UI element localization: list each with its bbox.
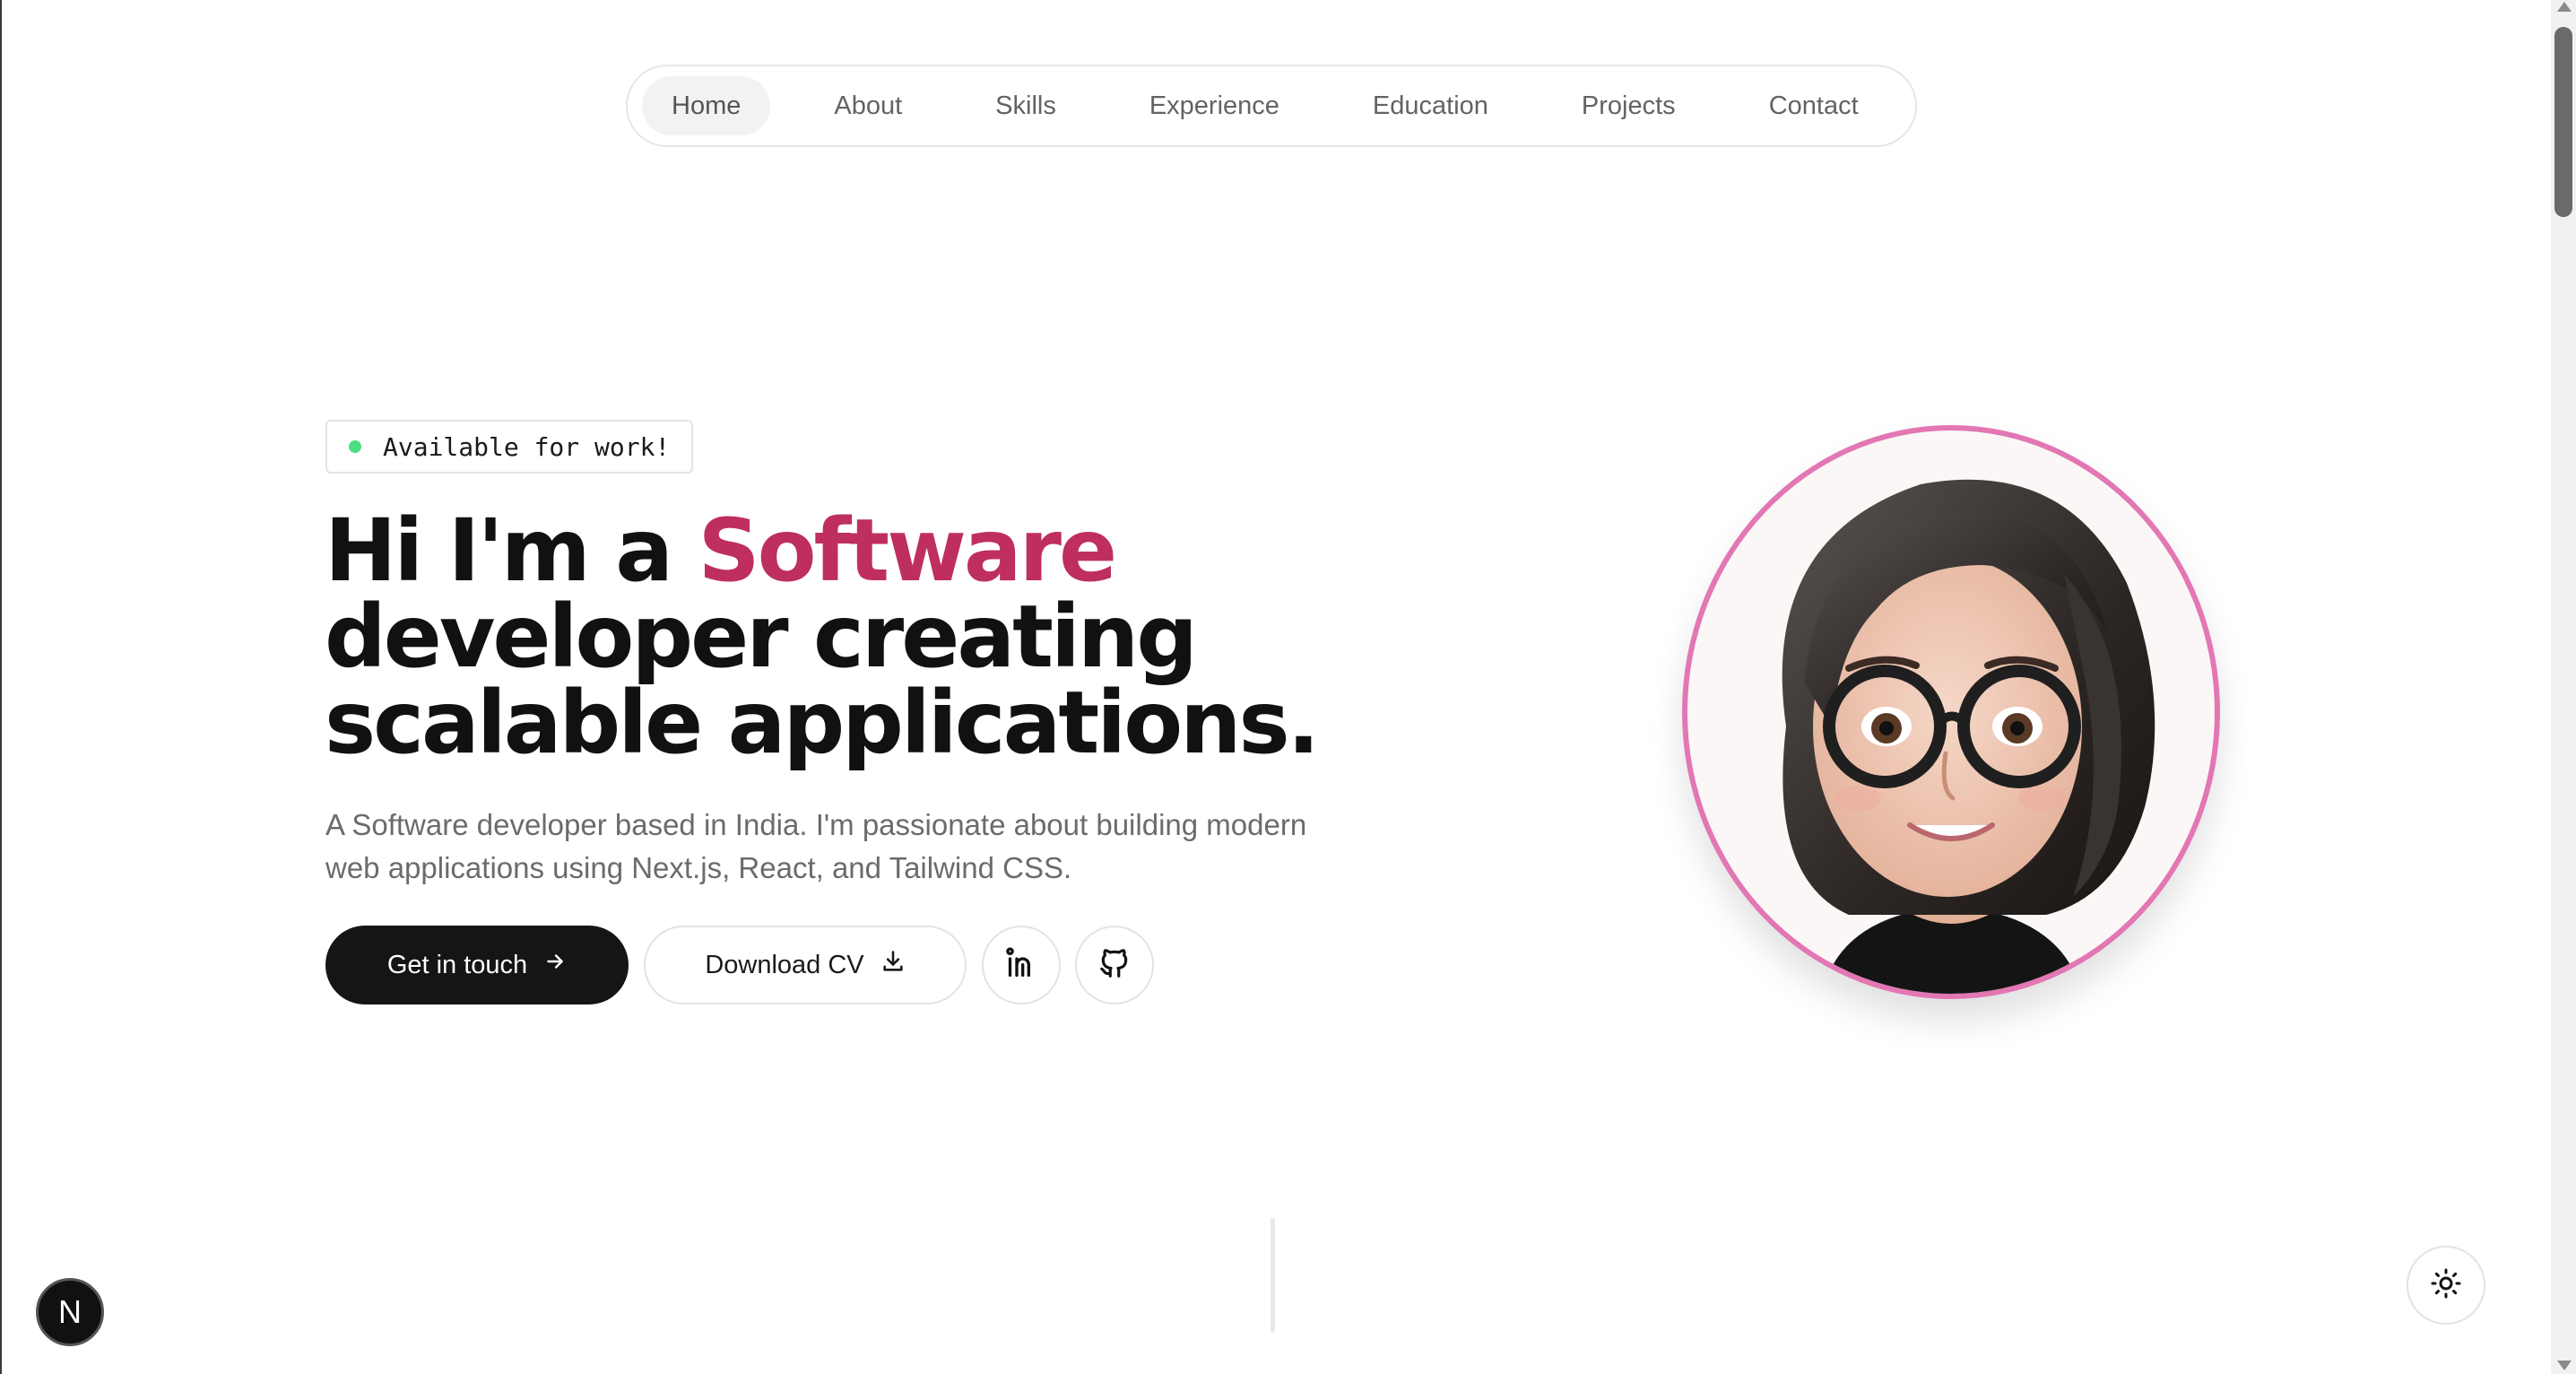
- scrollbar-thumb[interactable]: [2554, 27, 2572, 217]
- linkedin-icon: [1003, 945, 1039, 986]
- github-button[interactable]: [1075, 926, 1154, 1004]
- nav-item-projects[interactable]: Projects: [1552, 76, 1705, 135]
- hero-headline: Hi I'm a Software developer creating sca…: [325, 508, 1544, 766]
- get-in-touch-button[interactable]: Get in touch: [325, 926, 629, 1004]
- window-edge: [0, 0, 2, 1374]
- section-divider: [1271, 1218, 1275, 1333]
- availability-text: Available for work!: [383, 431, 671, 462]
- theme-toggle-button[interactable]: [2407, 1246, 2485, 1325]
- avatar: [1682, 425, 2220, 999]
- nav-item-experience[interactable]: Experience: [1120, 76, 1309, 135]
- get-in-touch-label: Get in touch: [386, 950, 528, 979]
- download-cv-button[interactable]: Download CV: [644, 926, 967, 1004]
- download-cv-label: Download CV: [705, 950, 864, 979]
- avatar-illustration: [1782, 479, 2155, 994]
- nav-item-education[interactable]: Education: [1343, 76, 1518, 135]
- scroll-up-arrow-icon[interactable]: [2557, 2, 2572, 12]
- vertical-scrollbar[interactable]: [2551, 0, 2576, 1374]
- linkedin-button[interactable]: [982, 926, 1061, 1004]
- main-nav: Home About Skills Experience Education P…: [626, 65, 1917, 147]
- headline-rest: developer creating scalable applications…: [325, 587, 1320, 773]
- nav-item-skills[interactable]: Skills: [966, 76, 1086, 135]
- status-dot-icon: [349, 440, 361, 453]
- nav-item-about[interactable]: About: [804, 76, 932, 135]
- availability-badge: Available for work!: [325, 420, 693, 474]
- download-icon: [880, 949, 906, 981]
- nav-item-home[interactable]: Home: [642, 76, 771, 135]
- scroll-down-arrow-icon[interactable]: [2557, 1361, 2572, 1370]
- next-dev-badge[interactable]: N: [36, 1278, 104, 1346]
- arrow-right-icon: [543, 950, 567, 980]
- hero-description: A Software developer based in India. I'm…: [325, 808, 1307, 884]
- nav-item-contact[interactable]: Contact: [1739, 76, 1888, 135]
- next-dev-badge-label: N: [58, 1293, 82, 1330]
- sun-icon: [2430, 1267, 2462, 1304]
- github-icon: [1097, 946, 1132, 985]
